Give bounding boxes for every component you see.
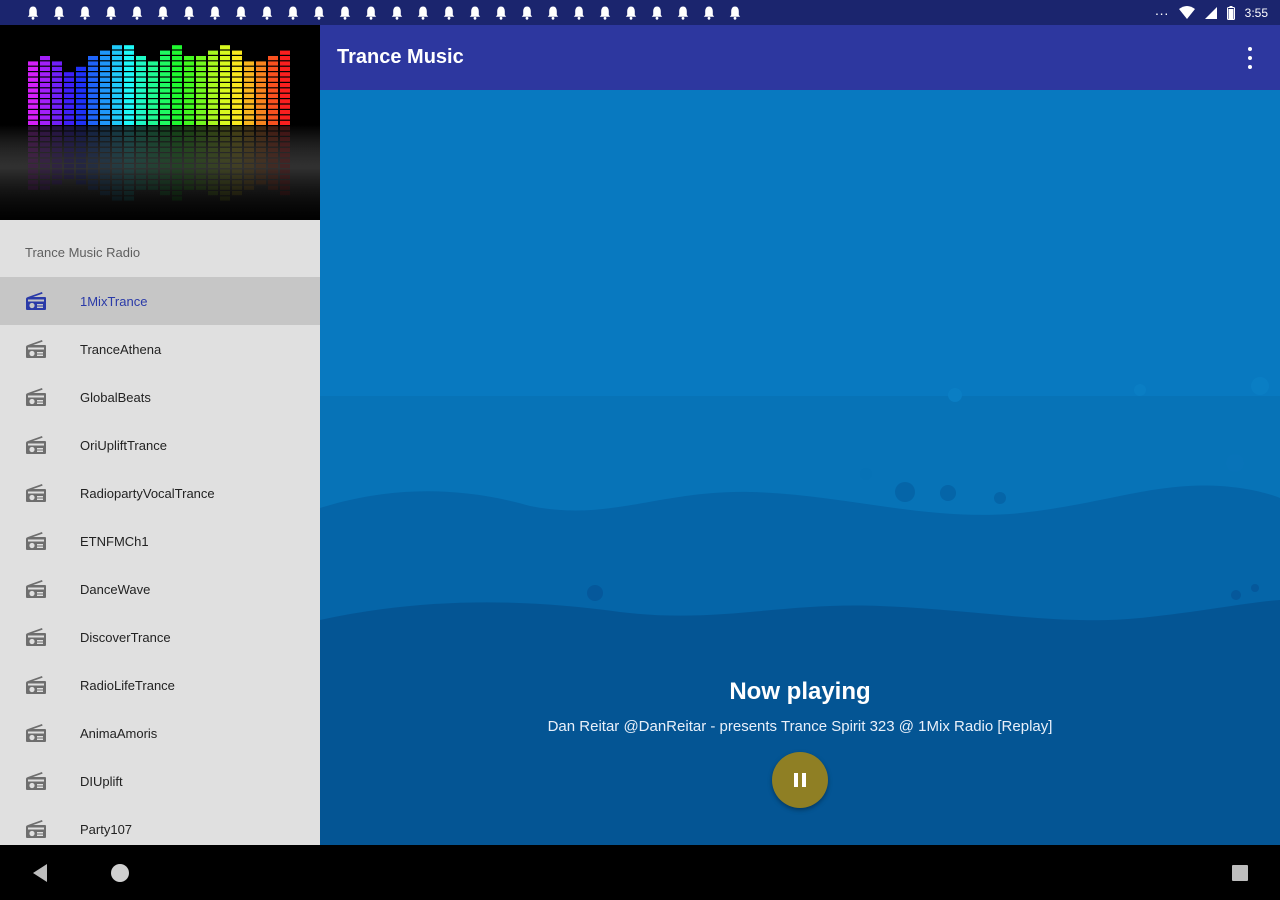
- station-item-oriuplifttrance[interactable]: OriUpliftTrance: [0, 421, 320, 469]
- drawer-header-image: [0, 25, 320, 220]
- bell-icon: [176, 0, 202, 25]
- bell-icon: [202, 0, 228, 25]
- recents-icon: [1232, 864, 1248, 881]
- bell-icon: [280, 0, 306, 25]
- bell-icon: [618, 0, 644, 25]
- station-item-globalbeats[interactable]: GlobalBeats: [0, 373, 320, 421]
- overflow-menu-icon[interactable]: [1240, 47, 1260, 69]
- bell-icon: [488, 0, 514, 25]
- notification-icons: [0, 0, 748, 25]
- station-item-party107[interactable]: Party107: [0, 805, 320, 845]
- bell-icon: [150, 0, 176, 25]
- station-item-radiopartyvocaltrance[interactable]: RadiopartyVocalTrance: [0, 469, 320, 517]
- station-label: RadiopartyVocalTrance: [80, 485, 215, 501]
- back-button[interactable]: [10, 845, 70, 900]
- station-list: 1MixTrance TranceAthena GlobalBeats OriUpli…: [0, 277, 320, 845]
- player-panel: Now playing Dan Reitar @DanReitar - pres…: [320, 90, 1280, 845]
- bell-icon: [124, 0, 150, 25]
- station-label: GlobalBeats: [80, 389, 151, 405]
- station-item-etnfmch1[interactable]: ETNFMCh1: [0, 517, 320, 565]
- station-label: DiscoverTrance: [80, 629, 171, 645]
- bell-icon: [566, 0, 592, 25]
- station-item-1mixtrance[interactable]: 1MixTrance: [0, 277, 320, 325]
- radio-icon: [25, 627, 47, 647]
- bell-icon: [228, 0, 254, 25]
- station-label: DIUplift: [80, 773, 123, 789]
- track-title: Dan Reitar @DanReitar - presents Trance …: [547, 718, 1053, 735]
- station-item-radiolifetrance[interactable]: RadioLifeTrance: [0, 661, 320, 709]
- bell-icon: [462, 0, 488, 25]
- navigation-drawer: Trance Music Radio 1MixTrance TranceAthen…: [0, 25, 320, 845]
- bell-icon: [644, 0, 670, 25]
- radio-icon: [25, 819, 47, 839]
- bell-icon: [254, 0, 280, 25]
- station-item-tranceathena[interactable]: TranceAthena: [0, 325, 320, 373]
- bell-icon: [514, 0, 540, 25]
- clock-time: 3:55: [1244, 5, 1268, 20]
- radio-icon: [25, 483, 47, 503]
- bell-icon: [670, 0, 696, 25]
- radio-icon: [25, 675, 47, 695]
- radio-icon: [25, 723, 47, 743]
- status-indicators: ··· 3:55: [1155, 0, 1268, 25]
- status-bar: ··· 3:55: [0, 0, 1280, 25]
- station-label: 1MixTrance: [80, 293, 148, 309]
- battery-icon: [1226, 5, 1235, 20]
- bell-icon: [410, 0, 436, 25]
- bell-icon: [98, 0, 124, 25]
- station-label: Party107: [80, 821, 133, 837]
- recents-button[interactable]: [1210, 845, 1270, 900]
- bell-icon: [20, 0, 46, 25]
- station-item-discovertrance[interactable]: DiscoverTrance: [0, 613, 320, 661]
- now-playing-heading: Now playing: [729, 678, 871, 705]
- radio-icon: [25, 387, 47, 407]
- back-icon: [33, 863, 47, 882]
- app-title: Trance Music: [337, 46, 464, 68]
- station-item-dancewave[interactable]: DanceWave: [0, 565, 320, 613]
- pause-button[interactable]: [772, 752, 828, 808]
- bell-icon: [332, 0, 358, 25]
- wifi-icon: [1178, 6, 1195, 19]
- radio-icon: [25, 531, 47, 551]
- station-label: TranceAthena: [80, 341, 162, 357]
- station-label: AnimaAmoris: [80, 725, 158, 741]
- station-label: OriUpliftTrance: [80, 437, 167, 453]
- bell-icon: [358, 0, 384, 25]
- radio-icon: [25, 339, 47, 359]
- radio-icon: [25, 435, 47, 455]
- pause-icon: [794, 773, 798, 787]
- bell-icon: [540, 0, 566, 25]
- bell-icon: [306, 0, 332, 25]
- app-bar: Trance Music: [320, 25, 1280, 90]
- radio-icon: [25, 579, 47, 599]
- bell-icon: [46, 0, 72, 25]
- equalizer-graphic: [0, 45, 320, 220]
- overflow-notifications-indicator: ···: [1154, 4, 1169, 21]
- station-item-diuplift[interactable]: DIUplift: [0, 757, 320, 805]
- bell-icon: [696, 0, 722, 25]
- radio-icon: [25, 291, 47, 311]
- station-label: ETNFMCh1: [80, 533, 149, 549]
- bell-icon: [592, 0, 618, 25]
- station-label: DanceWave: [80, 581, 151, 597]
- signal-icon: [1204, 6, 1217, 19]
- station-label: RadioLifeTrance: [80, 677, 175, 693]
- system-navigation-bar: [0, 845, 1280, 900]
- radio-icon: [25, 771, 47, 791]
- bell-icon: [436, 0, 462, 25]
- bell-icon: [72, 0, 98, 25]
- bell-icon: [384, 0, 410, 25]
- bell-icon: [722, 0, 748, 25]
- home-button[interactable]: [90, 845, 150, 900]
- home-icon: [111, 863, 129, 882]
- drawer-subheader: Trance Music Radio: [25, 245, 141, 260]
- station-item-animaamoris[interactable]: AnimaAmoris: [0, 709, 320, 757]
